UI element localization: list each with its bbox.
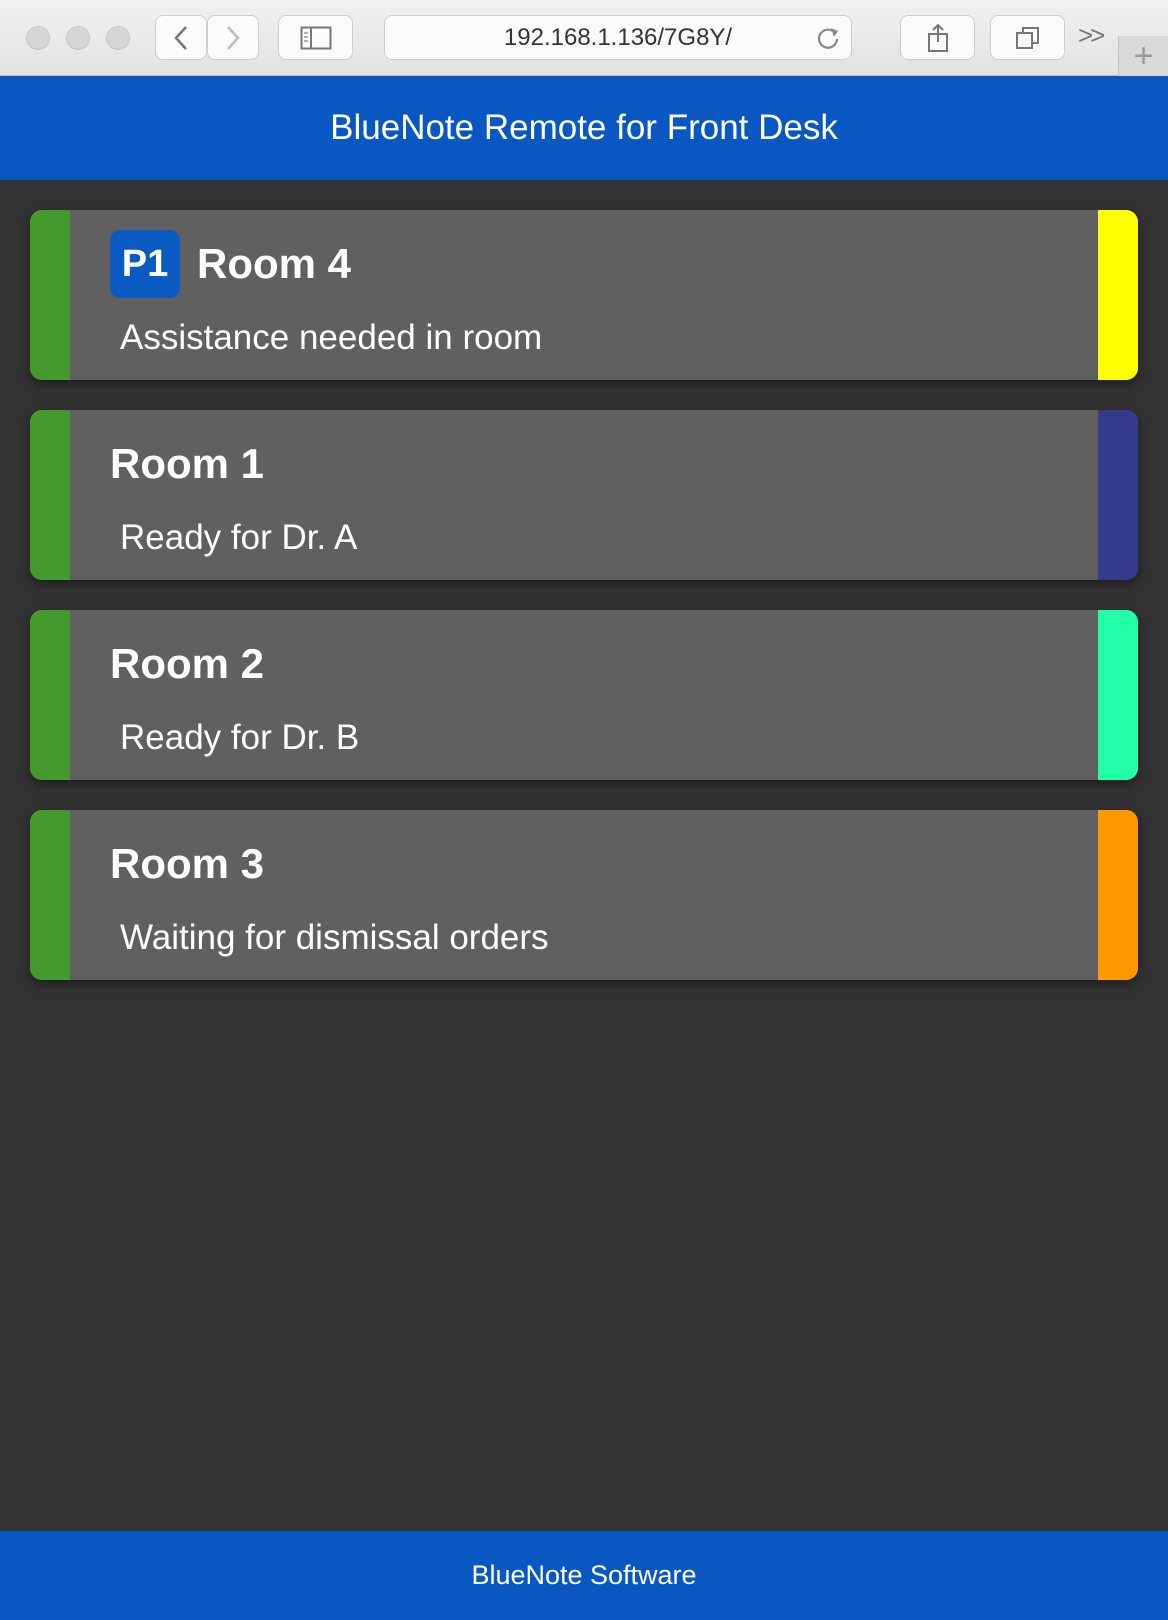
- url-text: 192.168.1.136/7G8Y/: [503, 23, 733, 51]
- room-status-message: Assistance needed in room: [120, 318, 543, 357]
- back-button[interactable]: [155, 15, 207, 60]
- room-card[interactable]: P1 Room 4 Assistance needed in room: [30, 210, 1138, 380]
- zoom-window-button[interactable]: [106, 26, 130, 50]
- room-card[interactable]: Room 2 Ready for Dr. B: [30, 610, 1138, 780]
- app-header: BlueNote Remote for Front Desk: [0, 76, 1168, 180]
- room-name: Room 4: [197, 240, 352, 287]
- status-bar-right: [1098, 210, 1138, 380]
- status-bar-right: [1098, 610, 1138, 780]
- chevron-left-icon: [174, 25, 187, 50]
- room-name: Room 3: [110, 840, 265, 887]
- browser-toolbar: 192.168.1.136/7G8Y/ >> +: [0, 0, 1168, 76]
- reload-icon[interactable]: [815, 25, 841, 51]
- status-bar-left: [30, 410, 70, 580]
- priority-badge: P1: [110, 230, 180, 298]
- room-status-message: Ready for Dr. B: [120, 718, 360, 757]
- room-name: Room 1: [110, 440, 265, 487]
- close-window-button[interactable]: [26, 26, 50, 50]
- status-bar-right: [1098, 810, 1138, 980]
- forward-button[interactable]: [207, 15, 259, 60]
- app-footer: BlueNote Software: [0, 1531, 1168, 1620]
- tabs-icon: [1015, 26, 1039, 49]
- sidebar-icon: [300, 26, 331, 49]
- chevron-right-icon: [227, 25, 240, 50]
- room-card[interactable]: Room 3 Waiting for dismissal orders: [30, 810, 1138, 980]
- room-status-message: Waiting for dismissal orders: [120, 918, 549, 957]
- more-toolbar-items-icon[interactable]: >>: [1078, 20, 1105, 51]
- status-bar-right: [1098, 410, 1138, 580]
- room-name: Room 2: [110, 640, 265, 687]
- room-status-message: Ready for Dr. A: [120, 518, 358, 557]
- address-bar[interactable]: 192.168.1.136/7G8Y/: [384, 15, 852, 60]
- minimize-window-button[interactable]: [66, 26, 90, 50]
- tabs-overview-button[interactable]: [990, 15, 1065, 60]
- status-bar-left: [30, 210, 70, 380]
- page-title: BlueNote Remote for Front Desk: [330, 108, 838, 147]
- sidebar-toggle-button[interactable]: [278, 15, 353, 60]
- share-button[interactable]: [900, 15, 975, 60]
- status-bar-left: [30, 610, 70, 780]
- share-icon: [927, 23, 948, 52]
- new-tab-button[interactable]: +: [1118, 36, 1168, 76]
- footer-text: BlueNote Software: [471, 1560, 697, 1590]
- room-card[interactable]: Room 1 Ready for Dr. A: [30, 410, 1138, 580]
- status-bar-left: [30, 810, 70, 980]
